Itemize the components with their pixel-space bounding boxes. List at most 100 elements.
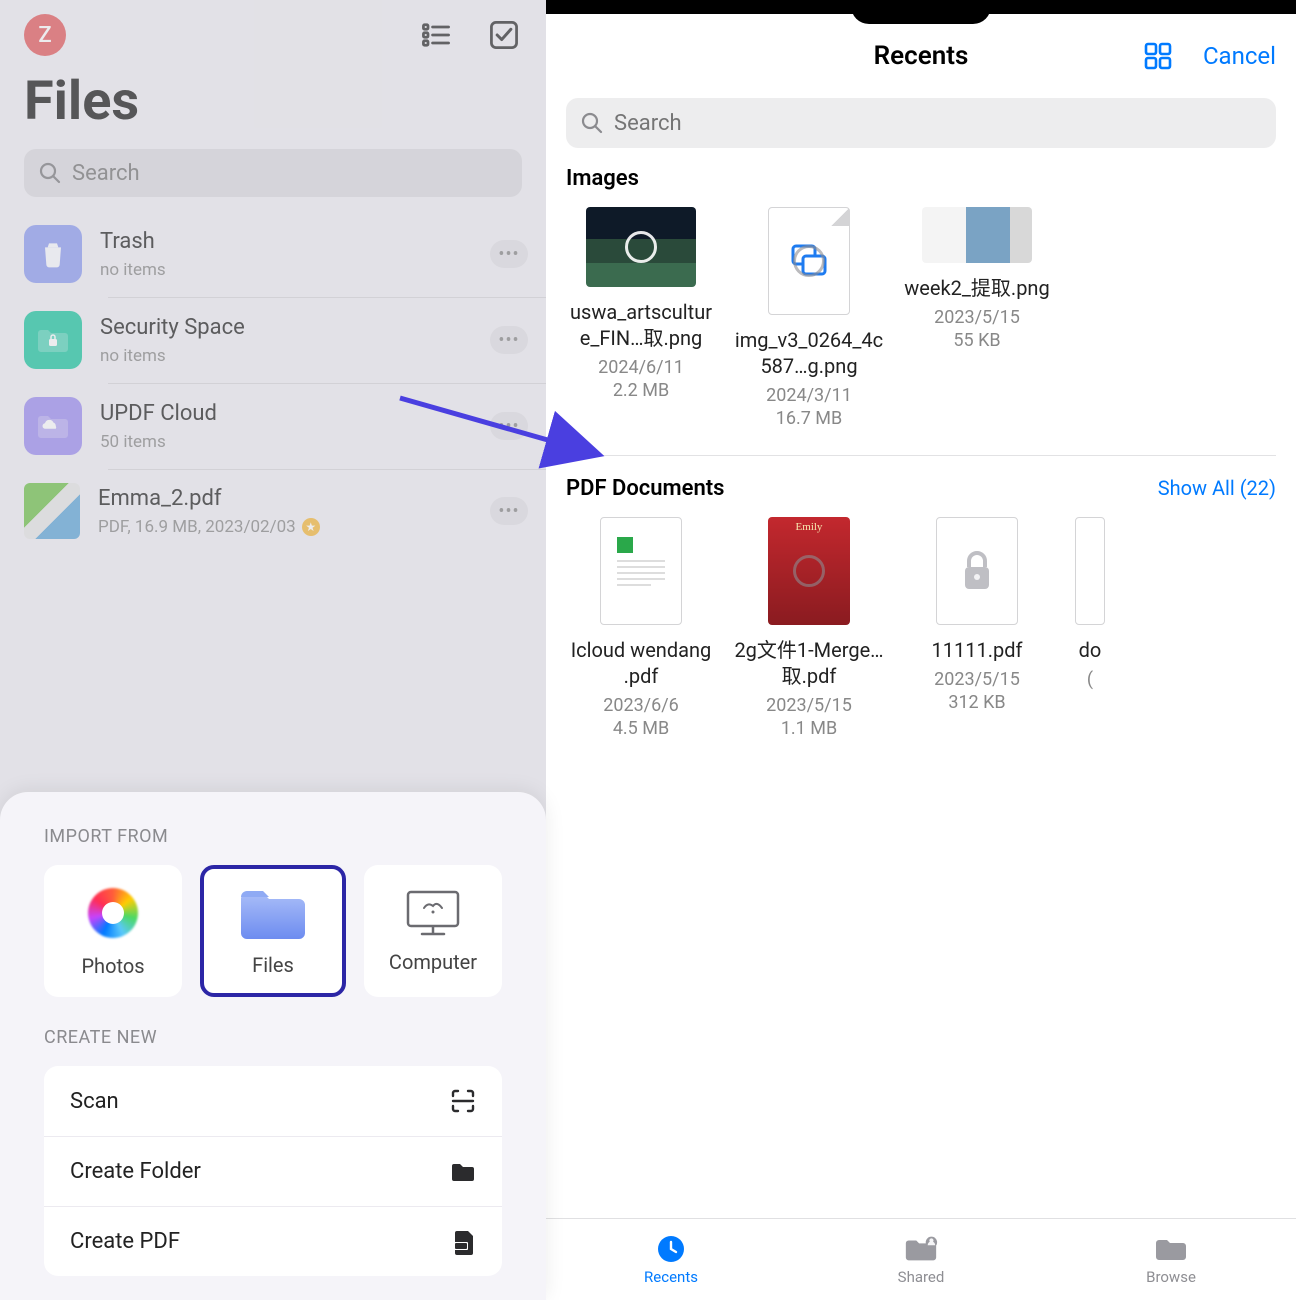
import-computer-button[interactable]: Computer [364, 865, 502, 997]
grid-view-icon[interactable] [1143, 41, 1173, 71]
item-size: 55 KB [902, 330, 1052, 351]
file-item-cloud[interactable]: UPDF Cloud 50 items ••• [24, 383, 546, 469]
create-item-label: Create PDF [70, 1229, 180, 1254]
files-search-input[interactable] [24, 149, 522, 197]
files-folder-icon [237, 885, 309, 941]
show-all-button[interactable]: Show All (22) [1158, 476, 1276, 500]
item-name: do [1070, 637, 1110, 663]
trash-icon [24, 225, 82, 283]
picker-title: Recents [874, 41, 969, 71]
picker-search-input[interactable] [566, 98, 1276, 148]
select-mode-icon[interactable] [486, 17, 522, 53]
pdf-item[interactable]: 11111.pdf 2023/5/15 312 KB [902, 517, 1052, 739]
images-section: Images uswa_artsculture_FIN…取.png 2024/6… [546, 166, 1296, 449]
tab-browse[interactable]: Browse [1046, 1219, 1296, 1300]
pdf-thumbnail [600, 517, 682, 625]
file-item-trash[interactable]: Trash no items ••• [24, 211, 546, 297]
star-badge: ★ [302, 518, 320, 536]
file-name: Emma_2.pdf [98, 486, 472, 511]
item-date: 2024/3/11 [734, 385, 884, 406]
create-item-label: Scan [70, 1089, 119, 1114]
file-meta: 50 items [100, 432, 472, 452]
file-name: UPDF Cloud [100, 401, 472, 426]
item-date: 2023/5/15 [734, 695, 884, 716]
image-thumbnail [922, 207, 1032, 263]
cloud-folder-icon [24, 397, 82, 455]
more-button[interactable]: ••• [490, 497, 528, 525]
section-title: PDF Documents [566, 476, 724, 501]
import-label-text: Files [252, 953, 294, 977]
image-item[interactable]: img_v3_0264_4c587…g.png 2024/3/11 16.7 M… [734, 207, 884, 429]
status-bar [546, 0, 1296, 14]
import-label-text: Photos [81, 954, 144, 978]
browse-folder-icon [1153, 1234, 1189, 1264]
pdf-item[interactable]: Emily 2g文件1-Merge…取.pdf 2023/5/15 1.1 MB [734, 517, 884, 739]
file-list: Trash no items ••• Security Space no ite… [0, 211, 546, 553]
create-scan-button[interactable]: Scan [44, 1066, 502, 1136]
item-name: 2g文件1-Merge…取.pdf [734, 637, 884, 689]
shared-folder-icon [903, 1234, 939, 1264]
file-meta: PDF, 16.9 MB, 2023/02/03 ★ [98, 517, 472, 537]
photos-icon [84, 884, 142, 942]
picker-header: Recents Cancel [546, 22, 1296, 90]
item-name: week2_提取.png [902, 275, 1052, 301]
pdf-thumbnail [24, 483, 80, 539]
file-name: Trash [100, 229, 472, 254]
files-app-panel: Z Files [0, 0, 546, 1300]
create-item-label: Create Folder [70, 1159, 201, 1184]
computer-icon [404, 888, 462, 938]
item-date: 2023/5/15 [902, 669, 1052, 690]
file-meta: no items [100, 346, 472, 366]
picker-tab-bar: Recents Shared Browse [546, 1218, 1296, 1300]
import-sheet: IMPORT FROM Photos Files [0, 792, 546, 1300]
tab-label: Browse [1146, 1268, 1196, 1286]
tab-label: Shared [898, 1268, 945, 1286]
pdf-thumbnail [936, 517, 1018, 625]
scan-icon [450, 1088, 476, 1114]
section-divider [566, 455, 1276, 456]
import-files-button[interactable]: Files [200, 865, 346, 997]
view-list-icon[interactable] [418, 17, 454, 53]
file-meta: no items [100, 260, 472, 280]
tab-recents[interactable]: Recents [546, 1219, 796, 1300]
files-header: Z [0, 0, 546, 56]
create-pdf-button[interactable]: Create PDF [44, 1206, 502, 1276]
file-item-security[interactable]: Security Space no items ••• [24, 297, 546, 383]
picker-search-field[interactable] [614, 111, 1262, 136]
page-title: Files [0, 56, 546, 143]
import-photos-button[interactable]: Photos [44, 865, 182, 997]
import-label-text: Computer [389, 950, 477, 974]
lock-icon [957, 547, 997, 595]
tab-shared[interactable]: Shared [796, 1219, 1046, 1300]
item-date: 2023/6/6 [566, 695, 716, 716]
security-folder-icon [24, 311, 82, 369]
item-size: 4.5 MB [566, 718, 716, 739]
pdf-item[interactable]: do ( [1070, 517, 1110, 739]
section-title: Images [566, 166, 639, 191]
item-name: img_v3_0264_4c587…g.png [734, 327, 884, 379]
create-label: CREATE NEW [44, 1027, 502, 1048]
cancel-button[interactable]: Cancel [1203, 42, 1276, 70]
pdf-item[interactable]: Icloud wendang .pdf 2023/6/6 4.5 MB [566, 517, 716, 739]
item-name: uswa_artsculture_FIN…取.png [566, 299, 716, 351]
image-thumbnail [586, 207, 696, 287]
item-name: 11111.pdf [902, 637, 1052, 663]
clock-icon [653, 1234, 689, 1264]
item-size: 1.1 MB [734, 718, 884, 739]
search-icon [38, 161, 62, 185]
user-avatar[interactable]: Z [24, 14, 66, 56]
create-folder-button[interactable]: Create Folder [44, 1136, 502, 1206]
more-button[interactable]: ••• [490, 326, 528, 354]
item-date: 2023/5/15 [902, 307, 1052, 328]
file-item-pdf[interactable]: Emma_2.pdf PDF, 16.9 MB, 2023/02/03 ★ ••… [24, 469, 546, 553]
more-button[interactable]: ••• [490, 240, 528, 268]
more-button[interactable]: ••• [490, 412, 528, 440]
image-item[interactable]: uswa_artsculture_FIN…取.png 2024/6/11 2.2… [566, 207, 716, 429]
folder-icon [450, 1161, 476, 1183]
files-search-field[interactable] [72, 161, 508, 186]
image-item[interactable]: week2_提取.png 2023/5/15 55 KB [902, 207, 1052, 429]
image-thumbnail [768, 207, 850, 315]
pdf-section: PDF Documents Show All (22) Icloud wenda… [546, 476, 1296, 759]
pdf-file-icon [454, 1229, 476, 1255]
import-label: IMPORT FROM [44, 826, 502, 847]
